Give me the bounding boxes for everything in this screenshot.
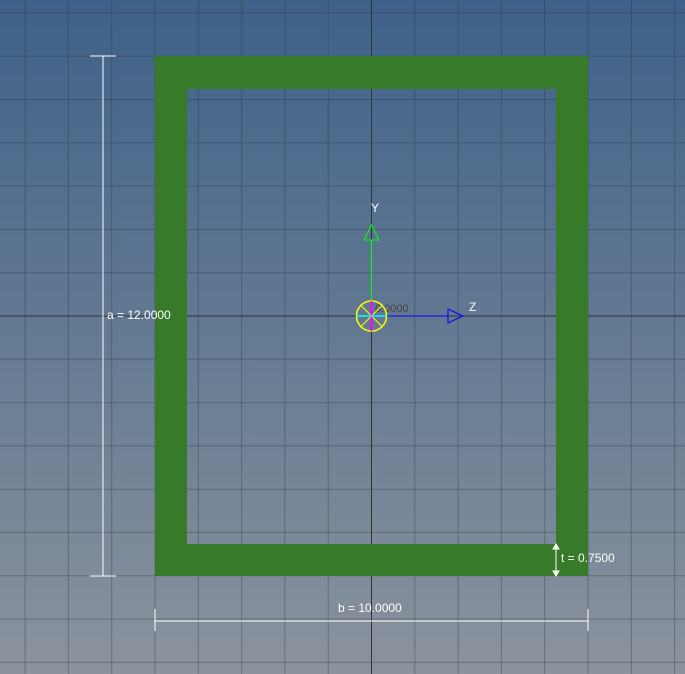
section-viewport[interactable]: a = 12.0000 b = 10.0000 t = 0.7500 Y Z 0… xyxy=(0,0,685,674)
origin-label: 0.0000 xyxy=(375,303,409,315)
z-axis-label: Z xyxy=(469,300,476,314)
section-canvas[interactable]: a = 12.0000 b = 10.0000 t = 0.7500 Y Z 0… xyxy=(0,0,685,674)
dimension-b-label: b = 10.0000 xyxy=(338,601,402,615)
dimension-a-label: a = 12.0000 xyxy=(107,308,171,322)
y-axis-label: Y xyxy=(371,201,379,215)
dimension-t-label: t = 0.7500 xyxy=(561,551,615,565)
centroid-icon[interactable] xyxy=(355,300,388,332)
